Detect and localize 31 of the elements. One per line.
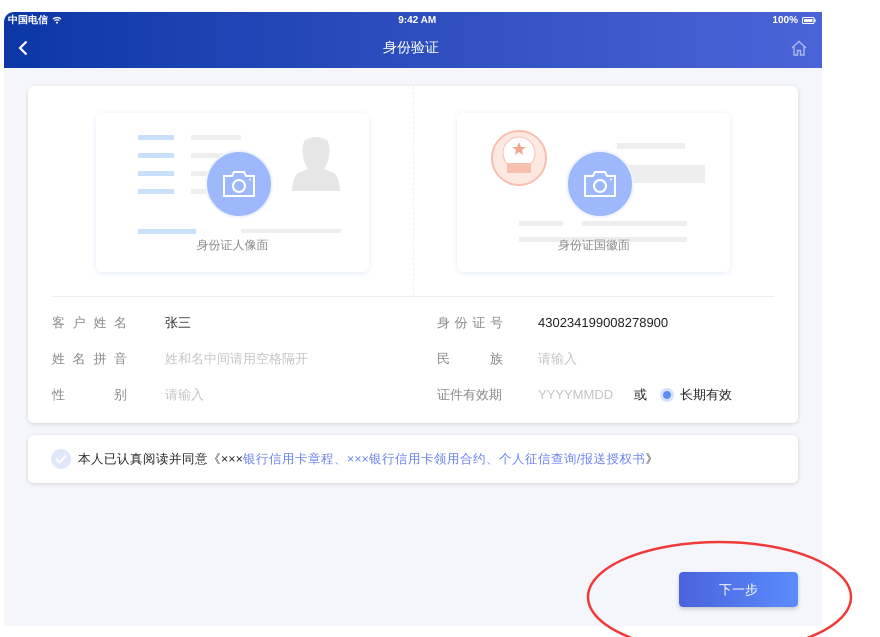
- input-field[interactable]: 姓和名中间请用空格隔开: [165, 349, 355, 369]
- id-card-upload[interactable]: 身份证人像面: [96, 113, 369, 272]
- page-title: 身份验证: [383, 39, 439, 55]
- agree-checkbox[interactable]: [51, 449, 71, 469]
- next-button[interactable]: 下一步: [679, 572, 798, 607]
- input-field[interactable]: 张三: [165, 313, 355, 333]
- field-label: 性别: [52, 386, 127, 404]
- input-field[interactable]: YYYYMMDD: [538, 385, 628, 405]
- input-field[interactable]: 430234199008278900: [538, 313, 728, 333]
- carrier-text: 中国电信: [8, 14, 48, 28]
- battery-icon: [802, 16, 816, 24]
- field-label: 客户姓名: [52, 314, 127, 332]
- camera-icon[interactable]: [204, 150, 273, 218]
- camera-icon[interactable]: [566, 150, 634, 218]
- wifi-icon: [52, 16, 62, 24]
- or-text: 或: [634, 386, 647, 404]
- battery-text: 100%: [772, 14, 798, 28]
- field-label: 姓名拼音: [52, 350, 127, 368]
- agreement-text: 本人已认真阅读并同意《×××银行信用卡章程、×××银行信用卡领用合约、个人征信查询/报送授权书》: [78, 450, 658, 468]
- time-text: 9:42 AM: [398, 14, 436, 26]
- check-icon: [55, 454, 67, 464]
- field-label: 证件有效期: [437, 386, 503, 404]
- input-field[interactable]: 请输入: [165, 385, 355, 405]
- home-button[interactable]: [790, 39, 808, 57]
- id-card-upload[interactable]: 身份证国徽面: [457, 113, 730, 272]
- long-term-radio[interactable]: 长期有效: [660, 385, 732, 405]
- card-label: 身份证人像面: [195, 237, 270, 254]
- field-label: 身份证号: [437, 314, 503, 332]
- field-label: 民族: [437, 350, 503, 368]
- input-field[interactable]: 请输入: [538, 349, 728, 369]
- card-label: 身份证国徽面: [556, 237, 631, 254]
